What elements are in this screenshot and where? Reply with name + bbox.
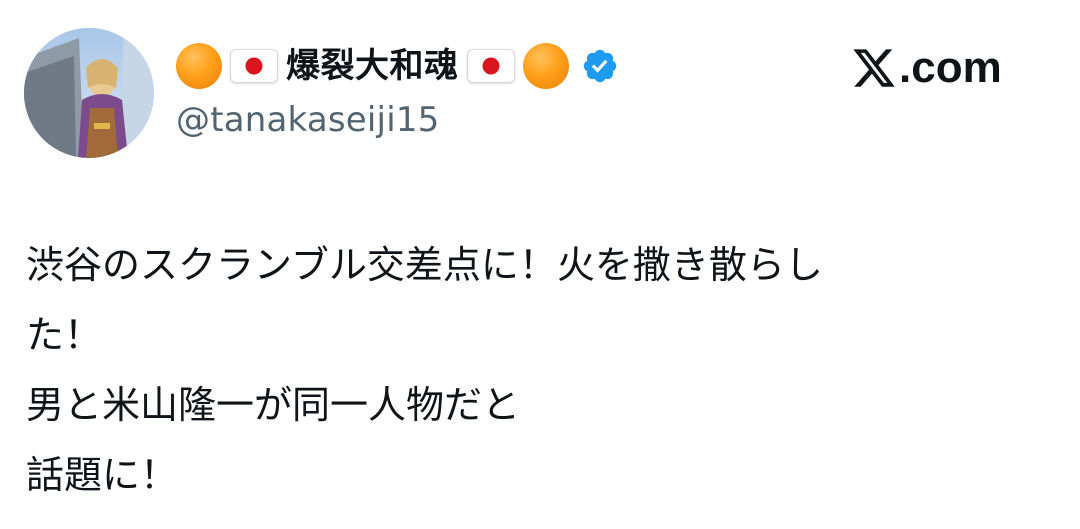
tweet-text: 渋谷のスクランブル交差点に！火を撒き散らし た！ 男と米山隆一が同一人物だと 話… [26, 230, 1026, 510]
x-com-brand: .com [851, 40, 1002, 96]
tweet-text-line: 話題に！ [26, 453, 179, 497]
orange-circle-emoji [176, 43, 222, 89]
japan-flag-emoji [230, 49, 278, 83]
x-logo-icon [853, 49, 895, 87]
user-handle[interactable]: @tanakaseiji15 [176, 98, 440, 142]
tweet-text-line: た！ [26, 313, 103, 357]
name-row[interactable]: 爆裂大和魂 [176, 40, 619, 92]
avatar[interactable] [24, 28, 154, 158]
x-com-text: .com [899, 43, 1002, 92]
orange-circle-emoji [522, 43, 569, 89]
verified-badge-icon[interactable] [581, 47, 619, 85]
display-name[interactable]: 爆裂大和魂 [286, 46, 459, 86]
tweet-text-line: 渋谷のスクランブル交差点に！火を撒き散らし [26, 243, 823, 287]
japan-flag-emoji [466, 49, 515, 83]
avatar-image [24, 28, 154, 158]
tweet-text-line: 男と米山隆一が同一人物だと [26, 383, 521, 427]
